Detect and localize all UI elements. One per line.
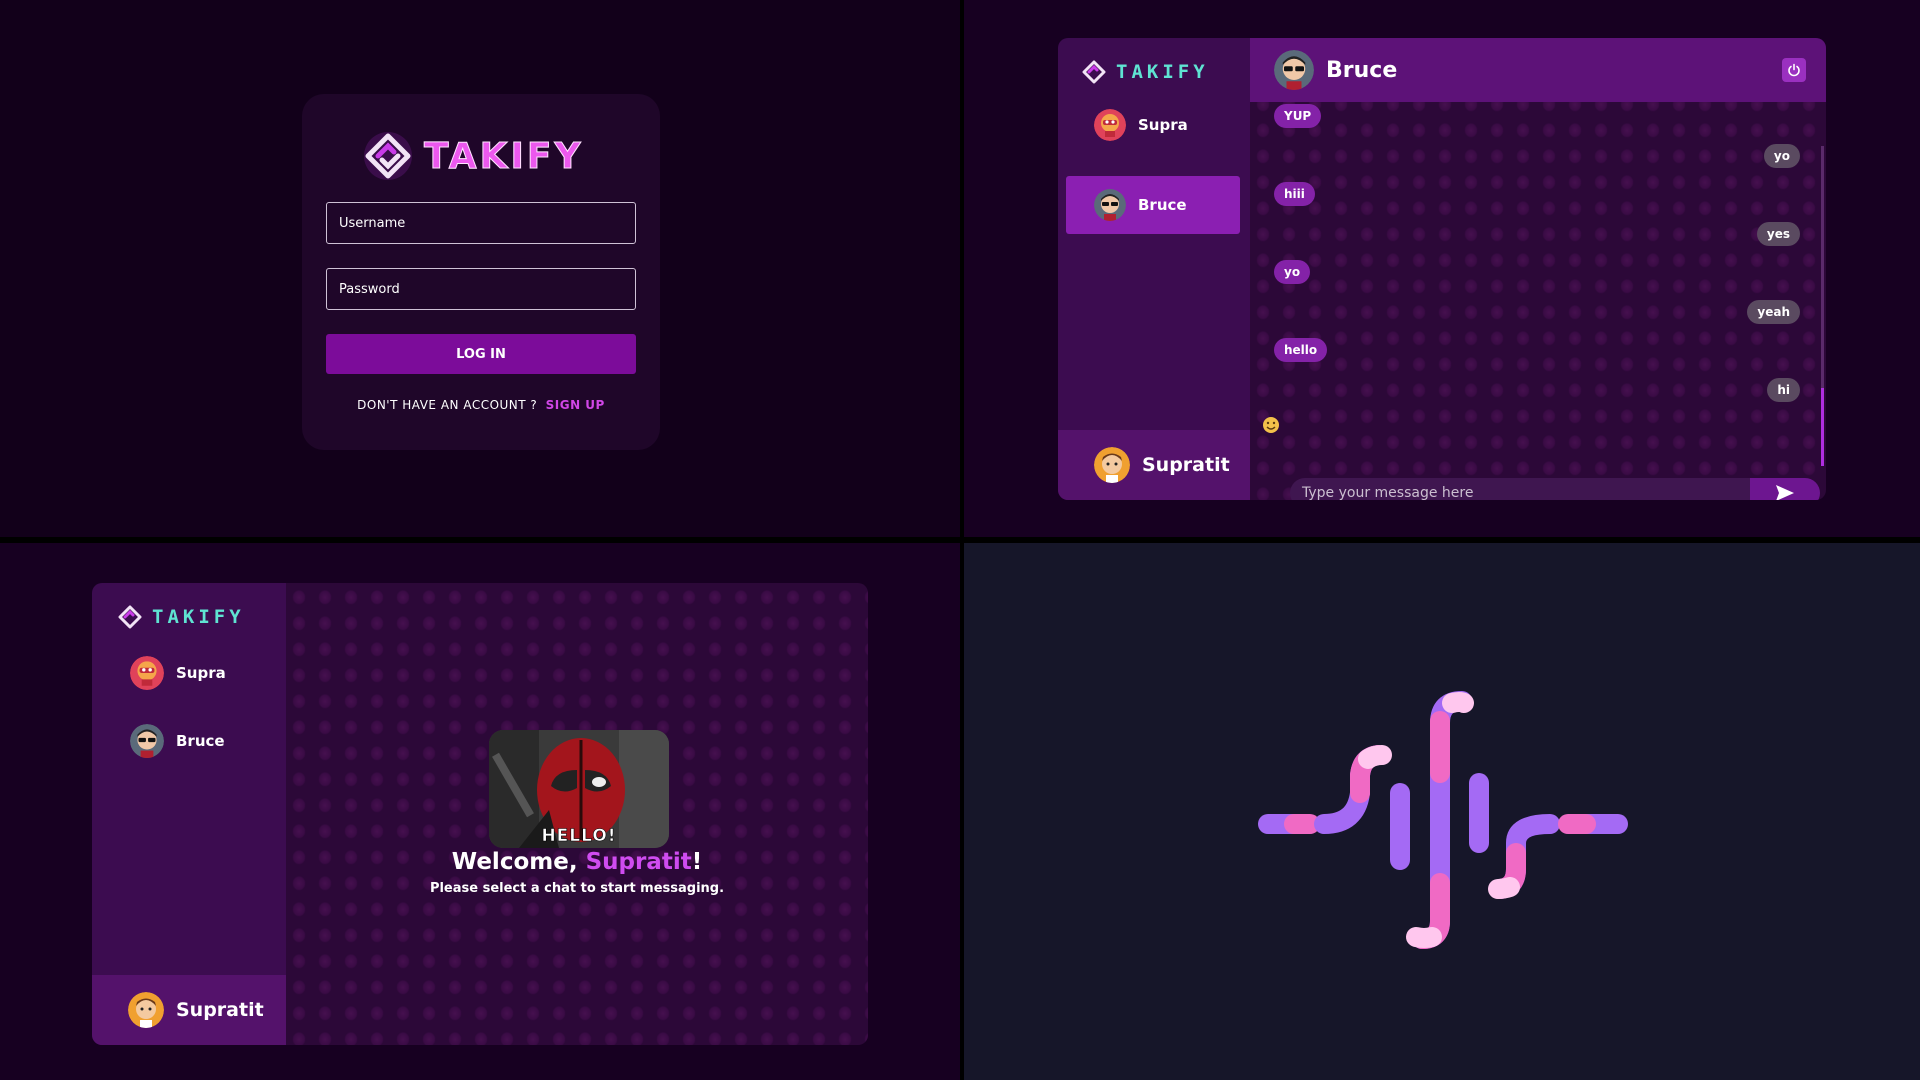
logout-button[interactable] bbox=[1782, 58, 1806, 82]
contact-name: Supra bbox=[1138, 116, 1188, 134]
message-composer: Type your message here bbox=[1250, 366, 1826, 500]
message-bubble-incoming: yo bbox=[1274, 260, 1311, 284]
login-screen: TAKIFY Username Password LOG IN DON'T HA… bbox=[0, 0, 960, 537]
chat-panel: Bruce YUP yo hiii yes yo yeah hello hi T… bbox=[1250, 38, 1826, 500]
contact-item-bruce[interactable]: Bruce bbox=[1066, 176, 1240, 234]
takify-logo-icon bbox=[1082, 60, 1106, 84]
boy-avatar bbox=[128, 992, 164, 1028]
welcome-panel: HELLO! Welcome, Supratit! Please select … bbox=[286, 583, 868, 1045]
red-robot-avatar bbox=[130, 656, 164, 690]
brand-name: TAKIFY bbox=[1116, 61, 1209, 83]
chat-header-name: Bruce bbox=[1326, 57, 1398, 83]
username-placeholder: Username bbox=[339, 215, 406, 231]
home-window: TAKIFY Supra Bruce Supratit HELLO! Welco… bbox=[92, 583, 868, 1045]
message-bubble-incoming: YUP bbox=[1274, 104, 1322, 128]
smiley-icon[interactable] bbox=[1262, 416, 1280, 434]
send-button[interactable] bbox=[1750, 478, 1820, 500]
brand-name: TAKIFY bbox=[152, 606, 245, 628]
power-icon bbox=[1788, 63, 1800, 77]
message-bubble-outgoing: yeah bbox=[1747, 300, 1800, 324]
welcome-prefix: Welcome, bbox=[451, 849, 586, 875]
signup-prompt-line: DON'T HAVE AN ACCOUNT ? SIGN UP bbox=[302, 398, 660, 412]
sidebar: TAKIFY Supra Bruce Supratit bbox=[92, 583, 286, 1045]
welcome-gif: HELLO! bbox=[489, 730, 669, 848]
password-input[interactable]: Password bbox=[326, 268, 636, 310]
contact-name: Supra bbox=[176, 664, 226, 682]
takify-logo-icon bbox=[364, 132, 412, 180]
sidebar: TAKIFY Supra Bruce Supratit bbox=[1058, 38, 1250, 500]
boy-avatar bbox=[1094, 447, 1130, 483]
chat-header: Bruce bbox=[1250, 38, 1826, 102]
welcome-heading: Welcome, Supratit! bbox=[286, 849, 868, 875]
password-placeholder: Password bbox=[339, 281, 400, 297]
sunglasses-man-avatar bbox=[130, 724, 164, 758]
current-user-bar: Supratit bbox=[92, 975, 286, 1045]
logo-screen bbox=[964, 543, 1920, 1080]
contact-name: Bruce bbox=[176, 732, 225, 750]
home-screen: TAKIFY Supra Bruce Supratit HELLO! Welco… bbox=[0, 543, 960, 1080]
sidebar-brand: TAKIFY bbox=[1082, 60, 1209, 84]
red-robot-avatar bbox=[1094, 109, 1126, 141]
welcome-suffix: ! bbox=[691, 849, 703, 875]
message-bubble-outgoing: yes bbox=[1756, 222, 1800, 246]
chat-window: TAKIFY Supra Bruce Supratit Bruce YUP yo… bbox=[1058, 38, 1826, 500]
signup-prompt: DON'T HAVE AN ACCOUNT ? bbox=[357, 398, 538, 412]
contact-name: Bruce bbox=[1138, 196, 1187, 214]
sidebar-brand: TAKIFY bbox=[118, 605, 245, 629]
message-bubble-incoming: hello bbox=[1274, 338, 1328, 362]
message-input[interactable]: Type your message here bbox=[1290, 478, 1750, 500]
contact-item-bruce[interactable]: Bruce bbox=[100, 713, 278, 769]
message-input-placeholder: Type your message here bbox=[1302, 485, 1474, 500]
brand-name: TAKIFY bbox=[424, 135, 584, 177]
contact-item-supra[interactable]: Supra bbox=[1066, 96, 1240, 154]
soundwave-logo-icon bbox=[1258, 691, 1628, 949]
current-user-name: Supratit bbox=[1142, 454, 1230, 476]
signup-link[interactable]: SIGN UP bbox=[546, 398, 605, 412]
welcome-username: Supratit bbox=[585, 849, 692, 875]
send-icon bbox=[1776, 485, 1794, 500]
message-bubble-incoming: hiii bbox=[1274, 182, 1315, 206]
message-bubble-outgoing: yo bbox=[1763, 144, 1800, 168]
chat-screen: TAKIFY Supra Bruce Supratit Bruce YUP yo… bbox=[964, 0, 1920, 537]
login-brand: TAKIFY bbox=[362, 130, 584, 182]
sunglasses-man-avatar bbox=[1094, 189, 1126, 221]
current-user-bar: Supratit bbox=[1058, 430, 1250, 500]
contact-item-supra[interactable]: Supra bbox=[100, 645, 278, 701]
login-button[interactable]: LOG IN bbox=[326, 334, 636, 374]
current-user-name: Supratit bbox=[176, 999, 264, 1021]
gif-caption: HELLO! bbox=[541, 826, 617, 847]
username-input[interactable]: Username bbox=[326, 202, 636, 244]
takify-logo-icon bbox=[118, 605, 142, 629]
sunglasses-man-avatar bbox=[1274, 50, 1314, 90]
welcome-subtitle: Please select a chat to start messaging. bbox=[429, 881, 725, 896]
login-card: TAKIFY Username Password LOG IN DON'T HA… bbox=[302, 94, 660, 450]
